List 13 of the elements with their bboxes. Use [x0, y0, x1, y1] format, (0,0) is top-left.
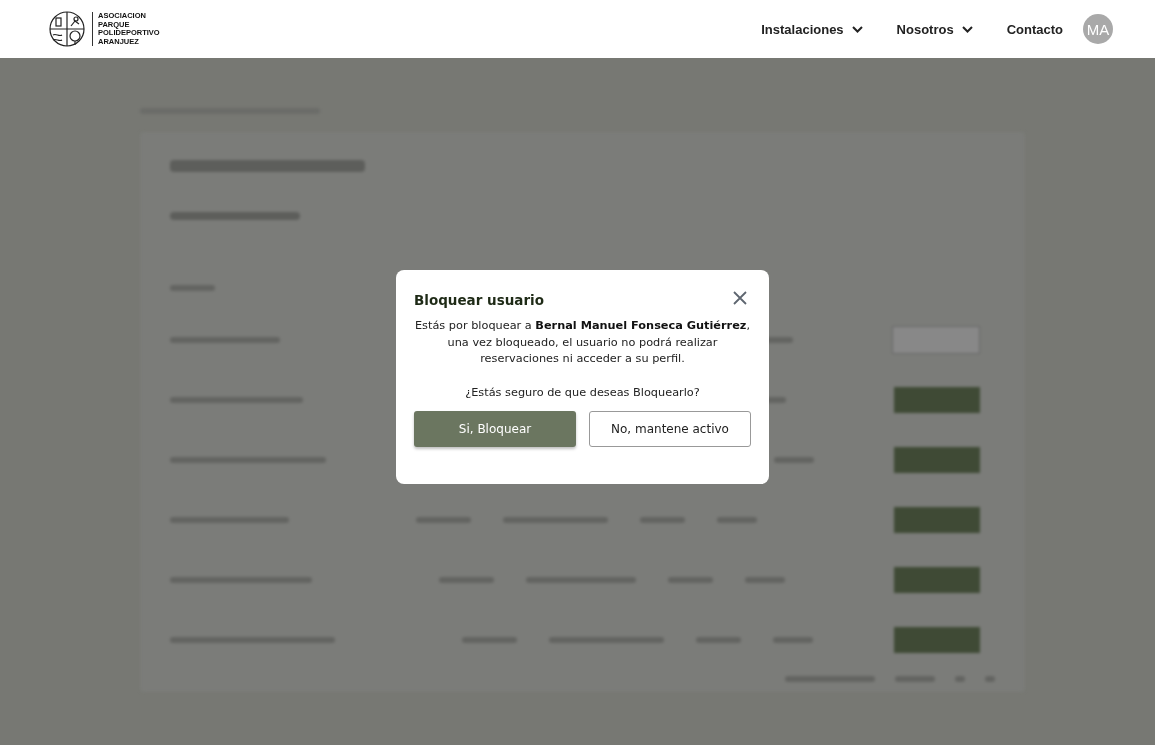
nav-dropdown[interactable]: Instalaciones	[761, 21, 863, 37]
dialog-message: Estás por bloquear a Bernal Manuel Fonseca Gutiérrez, una vez bloqueado, el usuario no podrá realizar reservaciones ni acceder a su perfil.	[414, 318, 751, 367]
close-button[interactable]	[733, 291, 747, 305]
block-button[interactable]: Si, Bloquear	[414, 411, 576, 447]
chevron-down-icon	[961, 25, 973, 33]
nav-link[interactable]: Contacto	[1006, 21, 1063, 37]
dialog-title: Bloquear usuario	[414, 292, 545, 308]
close-icon	[733, 291, 747, 305]
confirmation-question: ¿Estás seguro de que deseas Bloquearlo?	[464, 384, 701, 401]
nav-dropdown[interactable]: Nosotros	[896, 21, 973, 37]
logo-icon	[48, 10, 86, 48]
keep-active-button[interactable]: No, mantene activo	[589, 411, 751, 447]
chevron-down-icon	[851, 25, 863, 33]
